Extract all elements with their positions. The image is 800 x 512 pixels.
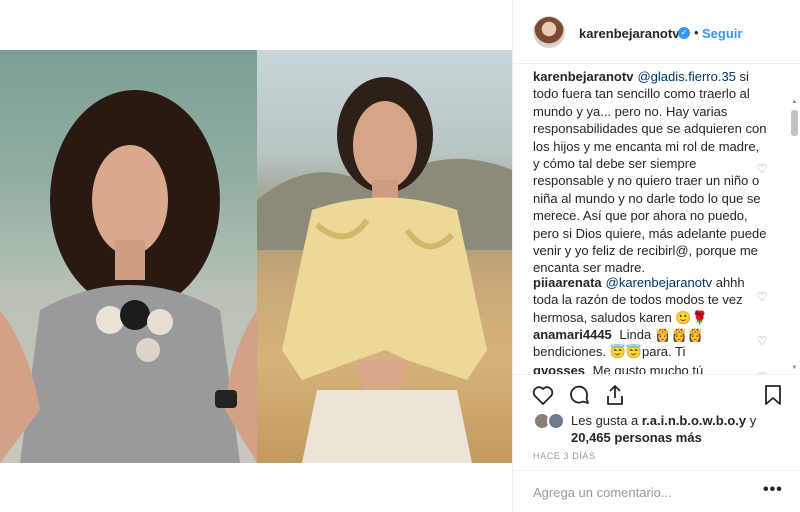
username[interactable]: karenbejaranotv (579, 26, 679, 41)
comment-author[interactable]: anamari4445 (533, 327, 612, 342)
post-panel: karenbejaranotv ✓ • Seguir karenbejarano… (512, 0, 800, 512)
comment-item: anamari4445 Linda 👸👸👸 bendiciones. 😇😇par… (533, 326, 767, 361)
likes-count[interactable]: 20,465 personas más (571, 430, 702, 445)
scroll-up-arrow[interactable]: ▲ (791, 98, 798, 106)
comment-author[interactable]: piiaarenata (533, 275, 602, 290)
liker-avatar[interactable] (547, 412, 565, 430)
caption-comment: karenbejaranotv @gladis.fierro.35 si todo… (533, 68, 767, 277)
comment-item: gvosses Me gusto mucho tú (533, 362, 767, 374)
avatar[interactable] (533, 16, 565, 48)
comment-mention[interactable]: @karenbejaranotv (606, 275, 712, 290)
add-comment-section: ••• (513, 470, 800, 512)
like-heart-icon[interactable] (531, 383, 555, 407)
likes-prefix: Les gusta a (571, 413, 639, 428)
photo-left (0, 50, 257, 463)
like-comment-heart-icon[interactable]: ♡ (755, 162, 769, 176)
likes-text: Les gusta a r.a.i.n.b.o.w.b.o.y y 20,465… (571, 412, 756, 446)
share-icon[interactable] (603, 383, 627, 407)
scroll-down-arrow[interactable]: ▼ (791, 364, 798, 372)
woman-yellow-blouse-illustration (257, 77, 512, 463)
photo-right (257, 50, 512, 463)
separator-dot: • (694, 25, 699, 40)
comment-bubble-icon[interactable] (567, 383, 591, 407)
comment-input[interactable] (533, 483, 753, 501)
verified-icon: ✓ (678, 27, 690, 39)
like-comment-heart-icon[interactable]: ♡ (755, 290, 769, 304)
follow-button[interactable]: Seguir (702, 26, 742, 41)
post-media[interactable] (0, 0, 512, 512)
action-bar (513, 374, 800, 414)
comment-mention[interactable]: @gladis.fierro.35 (637, 69, 735, 84)
bookmark-icon[interactable] (761, 383, 785, 407)
likes-summary: Les gusta a r.a.i.n.b.o.w.b.o.y y 20,465… (533, 410, 793, 446)
liker-username[interactable]: r.a.i.n.b.o.w.b.o.y (642, 413, 746, 428)
post-timestamp[interactable]: HACE 3 DÍAS (533, 451, 596, 461)
post-header: karenbejaranotv ✓ • Seguir (513, 0, 800, 64)
comment-text: si todo fuera tan sencillo como traerlo … (533, 69, 767, 276)
likes-conjunction: y (749, 413, 757, 428)
comment-author[interactable]: karenbejaranotv (533, 69, 633, 84)
comments-list[interactable]: karenbejaranotv @gladis.fierro.35 si todo… (513, 64, 800, 374)
more-options-button[interactable]: ••• (763, 481, 783, 499)
comment-item: piiaarenata @karenbejaranotv ahhh toda la… (533, 274, 767, 326)
comments-scrollbar[interactable] (791, 110, 798, 136)
like-comment-heart-icon[interactable]: ♡ (755, 334, 769, 348)
comment-author[interactable]: gvosses (533, 363, 585, 374)
woman-grey-dress-illustration (0, 90, 257, 463)
comment-text: Me gusto mucho tú (592, 363, 704, 374)
